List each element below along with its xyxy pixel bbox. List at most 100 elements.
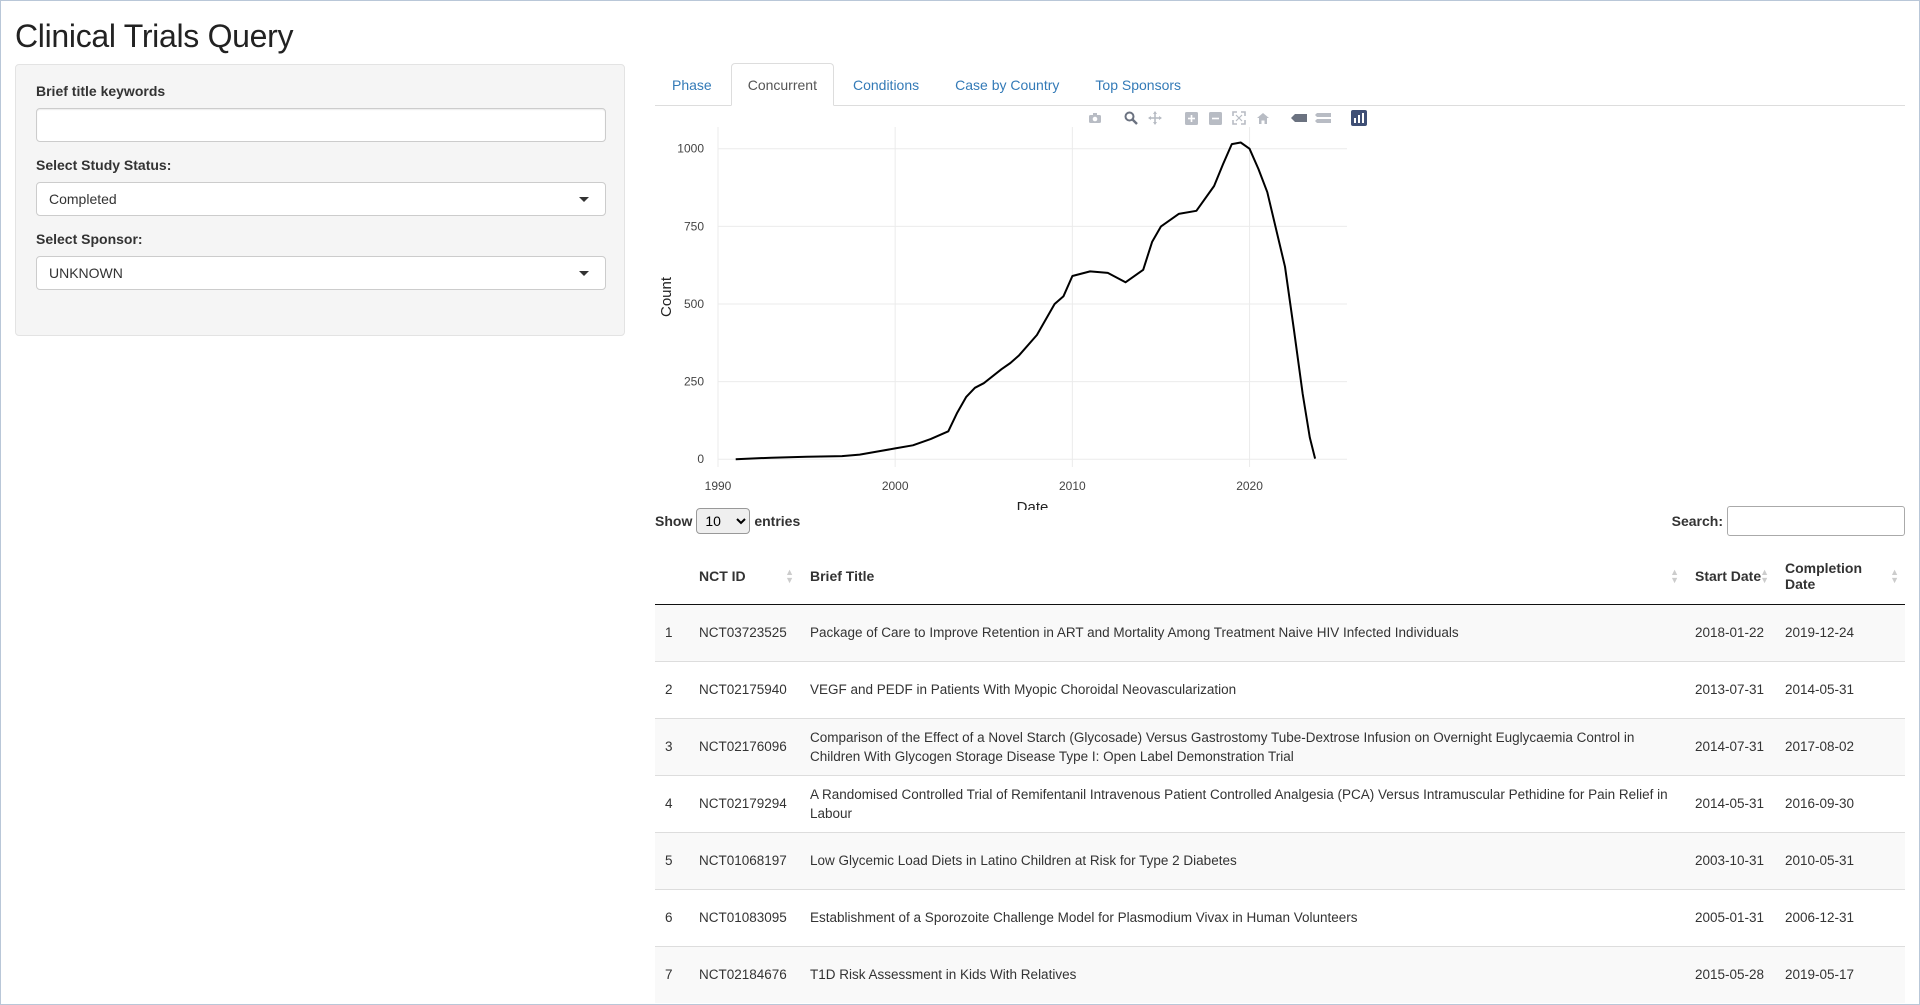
page-size-select[interactable]: 10 — [696, 508, 751, 534]
row-index: 2 — [655, 660, 689, 718]
y-tick-label: 250 — [684, 375, 704, 389]
start-date-cell: 2014-07-31 — [1685, 717, 1775, 775]
sort-icon: ▲ ▼ — [785, 566, 794, 585]
brief-title-cell: Package of Care to Improve Retention in … — [800, 603, 1685, 661]
plot-area — [718, 127, 1347, 467]
header-completion-date[interactable]: Completion Date ▲ ▼ — [1775, 548, 1905, 605]
sponsor-label: Select Sponsor: — [36, 231, 143, 247]
nct-id-cell: NCT02179294 — [689, 774, 800, 832]
status-select[interactable]: Completed — [36, 182, 606, 216]
tab-conditions[interactable]: Conditions — [836, 63, 936, 105]
y-tick-label: 1000 — [677, 142, 704, 156]
nct-id-cell: NCT02175940 — [689, 660, 800, 718]
row-index: 1 — [655, 603, 689, 661]
entries-label: entries — [754, 513, 801, 529]
row-index: 3 — [655, 717, 689, 775]
table-row[interactable]: 6 NCT01083095 Establishment of a Sporozo… — [655, 888, 1905, 946]
sort-icon: ▲ ▼ — [1890, 566, 1899, 585]
header-brief-title[interactable]: Brief Title ▲ ▼ — [800, 548, 1685, 605]
sponsor-select-value: UNKNOWN — [49, 265, 123, 281]
nct-id-cell: NCT01083095 — [689, 888, 800, 946]
header-brief-title-label: Brief Title — [810, 567, 875, 584]
nct-id-cell: NCT02184676 — [689, 945, 800, 1003]
start-date-cell: 2015-05-28 — [1685, 945, 1775, 1003]
completion-date-cell: 2006-12-31 — [1775, 888, 1905, 946]
brief-title-cell: T1D Risk Assessment in Kids With Relativ… — [800, 945, 1685, 1003]
start-date-cell: 2005-01-31 — [1685, 888, 1775, 946]
start-date-cell: 2013-07-31 — [1685, 660, 1775, 718]
nct-id-cell: NCT02176096 — [689, 717, 800, 775]
tab-top-sponsors[interactable]: Top Sponsors — [1078, 63, 1198, 105]
status-group: Select Study Status: Completed — [36, 157, 606, 216]
chevron-down-icon — [579, 271, 589, 276]
plotly-logo-icon[interactable] — [1349, 109, 1369, 127]
search-label: Search: — [1671, 513, 1723, 529]
keywords-label: Brief title keywords — [36, 83, 166, 99]
table-row[interactable]: 3 NCT02176096 Comparison of the Effect o… — [655, 717, 1905, 775]
completion-date-cell: 2017-08-02 — [1775, 717, 1905, 775]
header-start-date[interactable]: Start Date ▲ ▼ — [1685, 548, 1775, 605]
completion-date-cell: 2019-12-24 — [1775, 603, 1905, 661]
y-tick-label: 500 — [684, 297, 704, 311]
brief-title-cell: Comparison of the Effect of a Novel Star… — [800, 717, 1685, 775]
pan-icon[interactable] — [1145, 109, 1165, 127]
row-index: 4 — [655, 774, 689, 832]
table-row[interactable]: 4 NCT02179294 A Randomised Controlled Tr… — [655, 774, 1905, 832]
hover-compare-icon[interactable] — [1313, 109, 1333, 127]
header-index[interactable] — [655, 548, 689, 605]
nct-id-cell: NCT01068197 — [689, 831, 800, 889]
table-row[interactable]: 5 NCT01068197 Low Glycemic Load Diets in… — [655, 831, 1905, 889]
y-tick-label: 750 — [684, 219, 704, 233]
chevron-down-icon — [579, 197, 589, 202]
status-label: Select Study Status: — [36, 157, 172, 173]
completion-date-cell: 2016-09-30 — [1775, 774, 1905, 832]
y-axis-title: Count — [658, 276, 675, 317]
camera-icon[interactable] — [1085, 109, 1105, 127]
reset-axes-icon[interactable] — [1253, 109, 1273, 127]
row-index: 5 — [655, 831, 689, 889]
tab-phase[interactable]: Phase — [655, 63, 729, 105]
table-row[interactable]: 2 NCT02175940 VEGF and PEDF in Patients … — [655, 660, 1905, 718]
keywords-group: Brief title keywords — [36, 83, 606, 142]
row-index: 6 — [655, 888, 689, 946]
x-tick-label: 2020 — [1236, 479, 1263, 493]
hover-closest-icon[interactable] — [1289, 109, 1309, 127]
keywords-input[interactable] — [36, 108, 606, 142]
start-date-cell: 2014-05-31 — [1685, 774, 1775, 832]
zoom-icon[interactable] — [1121, 109, 1141, 127]
sort-icon: ▲ ▼ — [1670, 566, 1679, 585]
table-row[interactable]: 7 NCT02184676 T1D Risk Assessment in Kid… — [655, 945, 1905, 1003]
start-date-cell: 2003-10-31 — [1685, 831, 1775, 889]
tab-case-by-country[interactable]: Case by Country — [938, 63, 1076, 105]
header-completion-date-label: Completion Date — [1785, 559, 1862, 592]
zoom-in-icon[interactable] — [1181, 109, 1201, 127]
x-tick-label: 2000 — [882, 479, 909, 493]
row-index: 7 — [655, 945, 689, 1003]
brief-title-cell: VEGF and PEDF in Patients With Myopic Ch… — [800, 660, 1685, 718]
brief-title-cell: A Randomised Controlled Trial of Remifen… — [800, 774, 1685, 832]
sponsor-select[interactable]: UNKNOWN — [36, 256, 606, 290]
status-select-value: Completed — [49, 191, 117, 207]
autoscale-icon[interactable] — [1229, 109, 1249, 127]
sidebar-panel: Brief title keywords Select Study Status… — [15, 64, 625, 336]
sponsor-group: Select Sponsor: UNKNOWN — [36, 231, 606, 290]
trials-table: NCT ID ▲ ▼ Brief Title ▲ ▼ Start Date ▲ ▼ Comp… — [655, 548, 1905, 1003]
show-label: Show — [655, 513, 693, 529]
nct-id-cell: NCT03723525 — [689, 603, 800, 661]
table-row[interactable]: 1 NCT03723525 Package of Care to Improve… — [655, 603, 1905, 661]
brief-title-cell: Establishment of a Sporozoite Challenge … — [800, 888, 1685, 946]
sort-icon: ▲ ▼ — [1760, 566, 1769, 585]
tab-bar: Phase Concurrent Conditions Case by Coun… — [655, 63, 1905, 106]
tab-concurrent[interactable]: Concurrent — [730, 63, 834, 106]
completion-date-cell: 2014-05-31 — [1775, 660, 1905, 718]
zoom-out-icon[interactable] — [1205, 109, 1225, 127]
main-panel: Phase Concurrent Conditions Case by Coun… — [655, 63, 1905, 106]
line-chart[interactable]: 0 250 500 750 1000 1990 2000 2010 2020 Date Count — [655, 105, 1355, 516]
table-header-row: NCT ID ▲ ▼ Brief Title ▲ ▼ Start Date ▲ ▼ Comp… — [655, 548, 1905, 605]
completion-date-cell: 2019-05-17 — [1775, 945, 1905, 1003]
page-title: Clinical Trials Query — [15, 18, 294, 54]
x-tick-label: 1990 — [705, 479, 732, 493]
header-nct-id[interactable]: NCT ID ▲ ▼ — [689, 548, 800, 605]
plot-modebar — [1085, 109, 1369, 127]
search-input[interactable] — [1727, 506, 1905, 536]
